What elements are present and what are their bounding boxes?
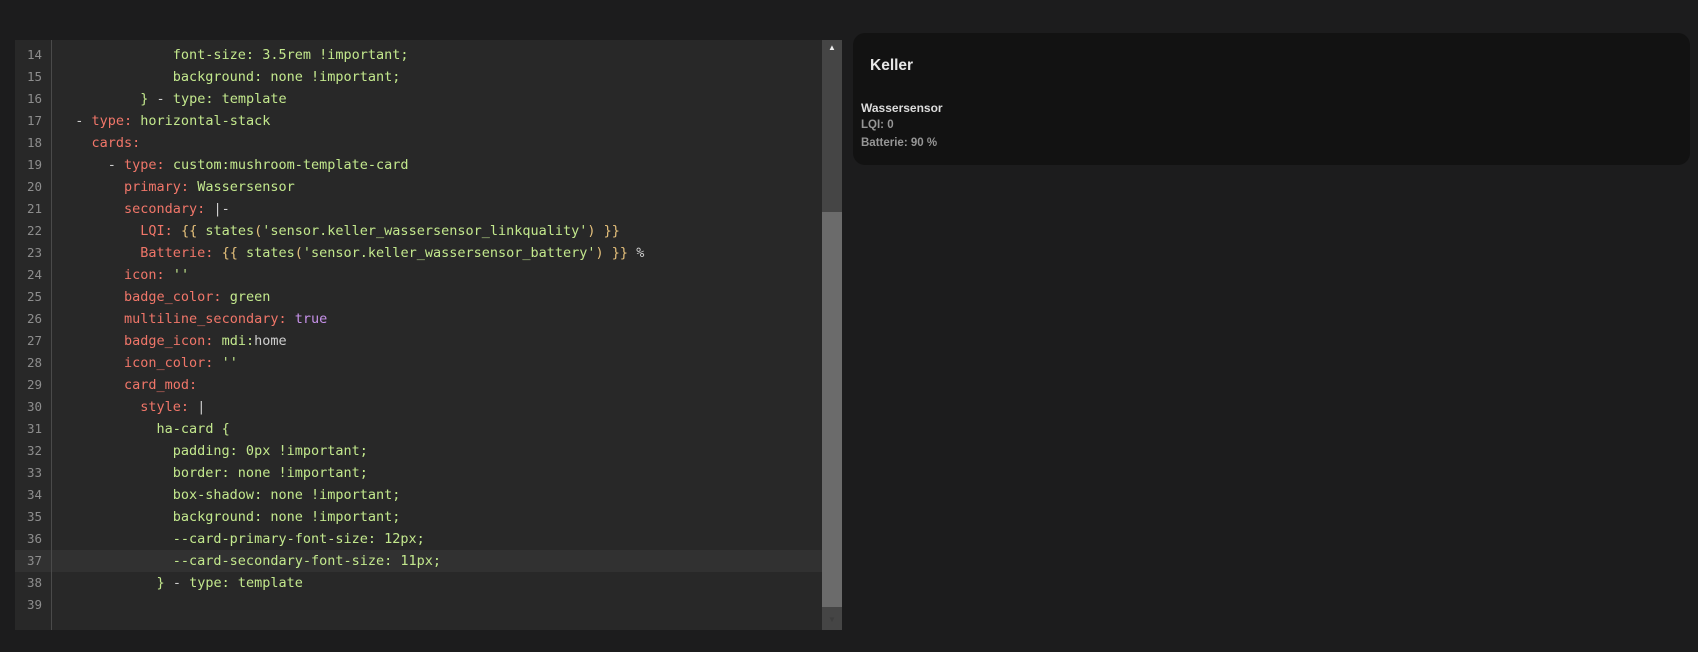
code-line[interactable]: 20 primary: Wassersensor xyxy=(15,176,822,198)
line-number: 29 xyxy=(15,374,51,396)
code-line[interactable]: 30 style: | xyxy=(15,396,822,418)
code-line[interactable]: 35 background: none !important; xyxy=(15,506,822,528)
line-number: 24 xyxy=(15,264,51,286)
line-number: 21 xyxy=(15,198,51,220)
entity-name: Wassersensor xyxy=(861,101,943,115)
page: 14 font-size: 3.5rem !important;15 backg… xyxy=(0,0,1698,652)
line-number: 23 xyxy=(15,242,51,264)
code-text[interactable]: badge_color: green xyxy=(51,286,270,308)
code-text[interactable]: padding: 0px !important; xyxy=(51,440,368,462)
line-number: 20 xyxy=(15,176,51,198)
code-line[interactable]: 36 --card-primary-font-size: 12px; xyxy=(15,528,822,550)
line-number: 32 xyxy=(15,440,51,462)
card-title: Keller xyxy=(870,57,913,75)
code-line[interactable]: 39 xyxy=(15,594,822,616)
code-line[interactable]: 16 } - type: template xyxy=(15,88,822,110)
line-number: 34 xyxy=(15,484,51,506)
code-text[interactable]: --card-primary-font-size: 12px; xyxy=(51,528,425,550)
code-area[interactable]: 14 font-size: 3.5rem !important;15 backg… xyxy=(15,40,822,630)
entity-battery: Batterie: 90 % xyxy=(861,137,937,149)
code-line[interactable]: 18 cards: xyxy=(15,132,822,154)
code-text[interactable]: border: none !important; xyxy=(51,462,368,484)
line-number: 37 xyxy=(15,550,51,572)
code-text[interactable]: --card-secondary-font-size: 11px; xyxy=(51,550,441,572)
code-text[interactable]: } - type: template xyxy=(51,88,287,110)
line-number: 14 xyxy=(15,44,51,66)
code-line[interactable]: 25 badge_color: green xyxy=(15,286,822,308)
code-line[interactable]: 29 card_mod: xyxy=(15,374,822,396)
code-text[interactable]: secondary: |- xyxy=(51,198,230,220)
code-line[interactable]: 23 Batterie: {{ states('sensor.keller_wa… xyxy=(15,242,822,264)
gutter-separator xyxy=(51,40,52,630)
line-number: 17 xyxy=(15,110,51,132)
code-text[interactable]: icon_color: '' xyxy=(51,352,238,374)
scrollbar-thumb[interactable] xyxy=(822,212,842,607)
line-number: 30 xyxy=(15,396,51,418)
code-text[interactable]: multiline_secondary: true xyxy=(51,308,327,330)
code-line[interactable]: 27 badge_icon: mdi:home xyxy=(15,330,822,352)
code-line[interactable]: 37 --card-secondary-font-size: 11px; xyxy=(15,550,822,572)
code-line[interactable]: 28 icon_color: '' xyxy=(15,352,822,374)
code-line[interactable]: 14 font-size: 3.5rem !important; xyxy=(15,44,822,66)
code-text[interactable]: icon: '' xyxy=(51,264,189,286)
code-line[interactable]: 15 background: none !important; xyxy=(15,66,822,88)
code-text[interactable]: Batterie: {{ states('sensor.keller_wasse… xyxy=(51,242,644,264)
code-line[interactable]: 31 ha-card { xyxy=(15,418,822,440)
code-line[interactable]: 19 - type: custom:mushroom-template-card xyxy=(15,154,822,176)
line-number: 27 xyxy=(15,330,51,352)
code-text[interactable]: ha-card { xyxy=(51,418,230,440)
line-number: 36 xyxy=(15,528,51,550)
code-line[interactable]: 26 multiline_secondary: true xyxy=(15,308,822,330)
code-text[interactable]: primary: Wassersensor xyxy=(51,176,295,198)
code-text[interactable]: } - type: template xyxy=(51,572,303,594)
code-text[interactable]: background: none !important; xyxy=(51,506,400,528)
line-number: 16 xyxy=(15,88,51,110)
code-text[interactable]: font-size: 3.5rem !important; xyxy=(51,44,409,66)
line-number: 31 xyxy=(15,418,51,440)
code-line[interactable]: 17 - type: horizontal-stack xyxy=(15,110,822,132)
code-text[interactable] xyxy=(51,594,59,616)
code-text[interactable]: card_mod: xyxy=(51,374,197,396)
code-text[interactable]: style: | xyxy=(51,396,205,418)
code-text[interactable]: background: none !important; xyxy=(51,66,400,88)
code-line[interactable]: 24 icon: '' xyxy=(15,264,822,286)
line-number: 25 xyxy=(15,286,51,308)
code-text[interactable]: badge_icon: mdi:home xyxy=(51,330,287,352)
line-number: 19 xyxy=(15,154,51,176)
line-number: 18 xyxy=(15,132,51,154)
code-line[interactable]: 21 secondary: |- xyxy=(15,198,822,220)
code-line[interactable]: 32 padding: 0px !important; xyxy=(15,440,822,462)
preview-card: Keller Wassersensor LQI: 0 Batterie: 90 … xyxy=(853,33,1690,165)
code-line[interactable]: 34 box-shadow: none !important; xyxy=(15,484,822,506)
code-text[interactable]: cards: xyxy=(51,132,140,154)
line-number: 39 xyxy=(15,594,51,616)
code-line[interactable]: 38 } - type: template xyxy=(15,572,822,594)
line-number: 35 xyxy=(15,506,51,528)
line-number: 33 xyxy=(15,462,51,484)
code-text[interactable]: LQI: {{ states('sensor.keller_wassersens… xyxy=(51,220,620,242)
code-text[interactable]: box-shadow: none !important; xyxy=(51,484,400,506)
code-line[interactable]: 33 border: none !important; xyxy=(15,462,822,484)
editor-scrollbar[interactable]: ▲ ▼ xyxy=(822,40,842,630)
line-number: 26 xyxy=(15,308,51,330)
line-number: 38 xyxy=(15,572,51,594)
code-line[interactable]: 22 LQI: {{ states('sensor.keller_wassers… xyxy=(15,220,822,242)
scroll-up-icon[interactable]: ▲ xyxy=(822,40,842,56)
line-number: 28 xyxy=(15,352,51,374)
line-number: 22 xyxy=(15,220,51,242)
entity-lqi: LQI: 0 xyxy=(861,119,894,131)
line-number: 15 xyxy=(15,66,51,88)
code-text[interactable]: - type: horizontal-stack xyxy=(51,110,270,132)
code-text[interactable]: - type: custom:mushroom-template-card xyxy=(51,154,409,176)
scroll-down-icon[interactable]: ▼ xyxy=(822,612,842,628)
yaml-editor[interactable]: 14 font-size: 3.5rem !important;15 backg… xyxy=(15,40,842,630)
